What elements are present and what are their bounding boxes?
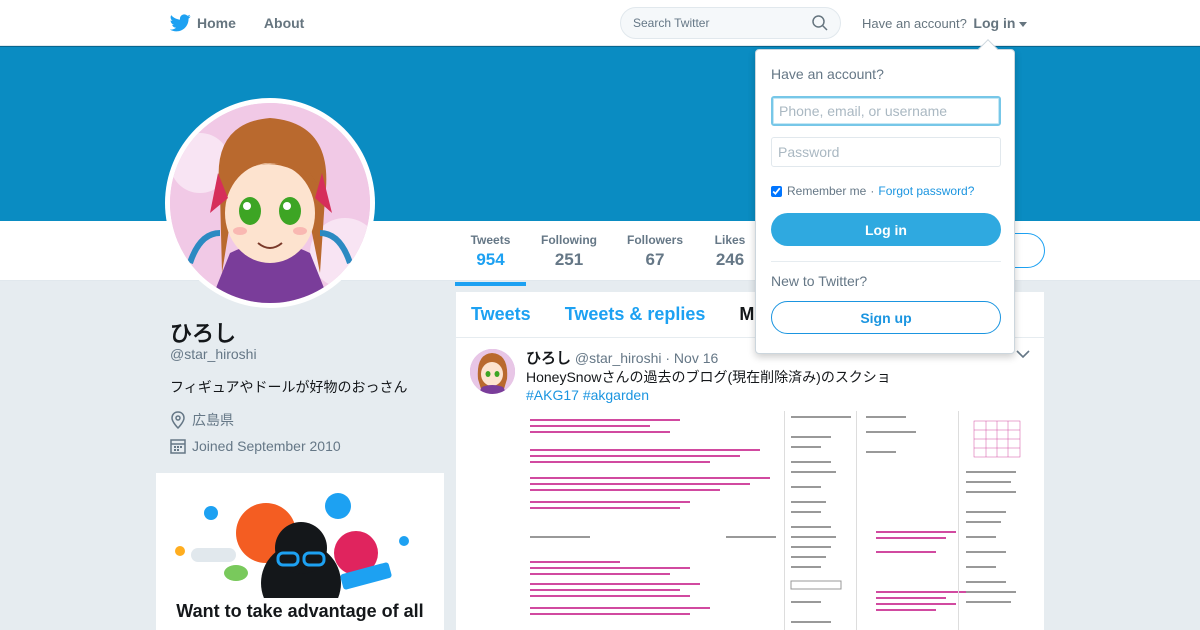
chevron-down-icon	[1019, 22, 1028, 27]
stat-label: Likes	[714, 233, 746, 247]
stat-followers[interactable]: Followers 67	[624, 233, 686, 270]
tweet-hashtags[interactable]: #AKG17 #akgarden	[526, 387, 649, 403]
password-field[interactable]	[771, 137, 1001, 167]
tweet-avatar[interactable]	[470, 349, 515, 394]
stat-label: Followers	[626, 233, 683, 247]
tweet-header: ひろし @star_hiroshi · Nov 16	[526, 347, 718, 368]
stat-following[interactable]: Following 251	[538, 233, 600, 270]
profile-handle: @star_hiroshi	[170, 346, 257, 362]
stat-value: 67	[645, 250, 665, 269]
nav-about-label: About	[263, 15, 305, 31]
login-link[interactable]: Log in	[973, 15, 1015, 31]
profile-location: 広島県	[170, 410, 234, 430]
nav-home-label: Home	[197, 15, 236, 31]
tab-tweets[interactable]: Tweets	[471, 304, 531, 325]
nav-left: Home About	[170, 0, 332, 46]
tweet-date[interactable]: · Nov 16	[665, 350, 718, 366]
joined-text: Joined September 2010	[192, 438, 341, 454]
tweet-media-image[interactable]	[526, 411, 1030, 630]
profile-joined: Joined September 2010	[170, 438, 341, 454]
username-field[interactable]	[771, 96, 1001, 126]
nav-about[interactable]: About	[264, 15, 304, 31]
profile-avatar[interactable]	[165, 98, 375, 308]
stat-value: 954	[476, 250, 505, 269]
signup-button[interactable]: Sign up	[771, 301, 1001, 334]
twitter-bird-icon	[170, 14, 191, 32]
search-placeholder: Search Twitter	[633, 16, 710, 30]
stat-value: 251	[554, 250, 584, 269]
top-navigation-bar: Home About Search Twitter Have an accoun…	[0, 0, 1200, 46]
search-icon[interactable]	[812, 15, 828, 31]
profile-name: ひろし	[170, 321, 237, 346]
location-icon	[171, 411, 185, 429]
account-login-toggle[interactable]: Have an account? Log in	[862, 15, 1028, 31]
promo-title: Want to take advantage of all	[176, 601, 424, 621]
search-input[interactable]: Search Twitter	[620, 7, 841, 39]
avatar-image	[170, 103, 370, 303]
login-dropdown-title: Have an account?	[771, 66, 884, 82]
login-button[interactable]: Log in	[771, 213, 1001, 246]
signup-promo-card[interactable]: Want to take advantage of all	[156, 473, 444, 630]
profile-bio: フィギュアやドールが好物のおっさん	[170, 379, 408, 395]
chevron-down-icon[interactable]	[1016, 349, 1030, 359]
location-text: 広島県	[192, 412, 234, 428]
calendar-icon	[170, 439, 186, 454]
divider	[771, 261, 1001, 262]
separator-dot: ·	[870, 184, 875, 198]
stat-value: 246	[715, 250, 745, 269]
remember-row: Remember me · Forgot password?	[771, 184, 974, 198]
tab-media[interactable]: M	[739, 304, 754, 325]
tab-tweets-replies[interactable]: Tweets & replies	[565, 304, 706, 325]
remember-checkbox[interactable]	[771, 185, 782, 197]
promo-illustration	[175, 493, 409, 623]
stat-label: Following	[541, 233, 597, 247]
tweet-text: HoneySnowさんの過去のブログ(現在削除済み)のスクショ	[526, 369, 891, 385]
tweet-author-handle[interactable]: @star_hiroshi	[575, 350, 662, 366]
forgot-password-link[interactable]: Forgot password?	[878, 184, 974, 198]
stat-label: Tweets	[470, 233, 511, 247]
have-account-text: Have an account?	[862, 16, 967, 31]
login-dropdown: Have an account? Remember me · Forgot pa…	[755, 39, 1015, 354]
tweet-author-name[interactable]: ひろし	[526, 350, 571, 367]
nav-home[interactable]: Home	[170, 14, 236, 32]
new-to-twitter-text: New to Twitter?	[771, 273, 868, 289]
stat-tweets[interactable]: Tweets 954	[455, 233, 526, 286]
remember-label[interactable]: Remember me	[787, 184, 866, 198]
stat-likes[interactable]: Likes 246	[710, 233, 750, 270]
